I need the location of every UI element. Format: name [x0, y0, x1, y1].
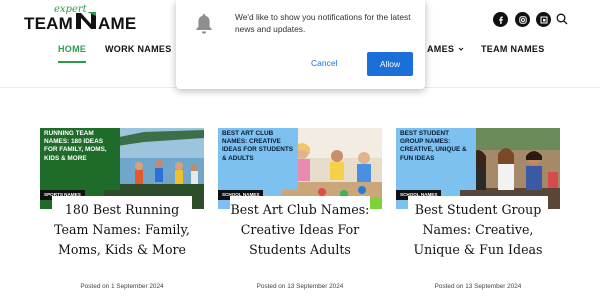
allow-button[interactable]: Allow: [367, 52, 413, 76]
post-title[interactable]: Best Art Club Names: Creative Ideas For …: [230, 196, 370, 260]
nav-item-team-names[interactable]: TEAM NAMES: [481, 44, 545, 54]
post-title[interactable]: Best Student Group Names: Creative, Uniq…: [408, 196, 548, 260]
notification-permission-dialog: We'd like to show you notifications for …: [176, 0, 425, 89]
nav-item-dropdown-label: AMES: [427, 44, 455, 54]
post-title-box: Best Art Club Names: Creative Ideas For …: [230, 196, 370, 286]
site-logo[interactable]: expert TEAM AME: [24, 4, 136, 33]
post-overlay-text: BEST STUDENT GROUP NAMES: CREATIVE, UNIQ…: [396, 128, 476, 190]
logo-word-name: AME: [98, 14, 137, 33]
search-icon[interactable]: [555, 12, 569, 26]
logo-word-team: TEAM: [24, 14, 73, 33]
nav-item-work-names[interactable]: WORK NAMES: [105, 44, 172, 54]
chevron-down-icon: [458, 47, 464, 51]
flipboard-icon[interactable]: [536, 12, 551, 27]
post-title-box: 180 Best Running Team Names: Family, Mom…: [52, 196, 192, 286]
post-card[interactable]: RUNNING TEAM NAMES: 180 IDEAS FOR FAMILY…: [40, 128, 204, 300]
post-overlay-text: RUNNING TEAM NAMES: 180 IDEAS FOR FAMILY…: [40, 128, 120, 190]
nav-item-dropdown[interactable]: AMES: [427, 44, 464, 54]
facebook-icon[interactable]: [493, 12, 508, 27]
post-date: Posted on 1 September 2024: [80, 283, 164, 290]
nav-item-home[interactable]: HOME: [58, 44, 86, 54]
post-title-box: Best Student Group Names: Creative, Uniq…: [408, 196, 548, 286]
post-card[interactable]: BEST STUDENT GROUP NAMES: CREATIVE, UNIQ…: [396, 128, 560, 300]
post-title[interactable]: 180 Best Running Team Names: Family, Mom…: [52, 196, 192, 260]
post-card[interactable]: BEST ART CLUB NAMES: CREATIVE IDEAS FOR …: [218, 128, 382, 300]
post-date: Posted on 13 September 2024: [434, 283, 522, 290]
logo-n-mark-icon: [76, 12, 96, 29]
instagram-icon[interactable]: [515, 12, 530, 27]
nav-active-indicator: [58, 61, 86, 63]
notification-message: We'd like to show you notifications for …: [235, 12, 411, 34]
post-overlay-text: BEST ART CLUB NAMES: CREATIVE IDEAS FOR …: [218, 128, 298, 190]
post-date: Posted on 13 September 2024: [256, 283, 344, 290]
cancel-button[interactable]: Cancel: [311, 58, 337, 68]
bell-icon: [196, 14, 212, 34]
